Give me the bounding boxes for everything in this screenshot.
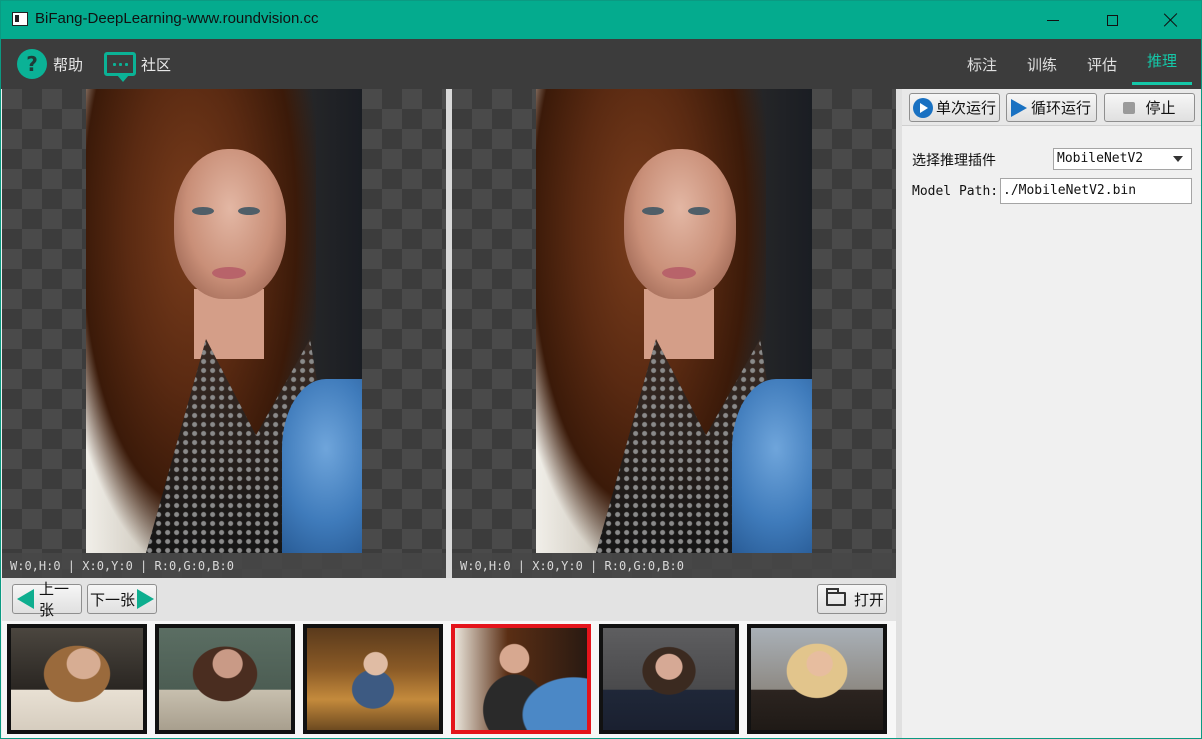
model-path-input[interactable]: ./MobileNetV2.bin <box>1000 178 1192 204</box>
image-navigation-bar: 上一张 下一张 打开 <box>2 578 896 621</box>
input-image-viewer[interactable]: W:0,H:0 | X:0,Y:0 | R:0,G:0,B:0 <box>2 89 446 578</box>
input-pixel-status: W:0,H:0 | X:0,Y:0 | R:0,G:0,B:0 <box>2 553 446 578</box>
model-path-label: Model Path: <box>912 184 999 199</box>
thumbnail-6[interactable] <box>747 624 887 734</box>
play-circle-icon <box>913 97 933 118</box>
run-once-label: 单次运行 <box>936 99 997 117</box>
help-icon: ? <box>17 49 47 79</box>
open-label: 打开 <box>854 590 885 609</box>
output-image <box>536 89 812 553</box>
play-icon <box>1011 98 1027 117</box>
plugin-select[interactable]: MobileNetV2 <box>1053 148 1192 170</box>
thumbnail-4-selected[interactable] <box>451 624 591 734</box>
stop-label: 停止 <box>1145 99 1176 117</box>
thumbnail-3[interactable] <box>303 624 443 734</box>
run-loop-button[interactable]: 循环运行 <box>1006 93 1097 122</box>
run-once-button[interactable]: 单次运行 <box>909 93 1000 122</box>
thumbnail-1[interactable] <box>7 624 147 734</box>
stop-button[interactable]: 停止 <box>1104 93 1195 122</box>
close-icon <box>1164 13 1178 27</box>
title-bar: BiFang-DeepLearning-www.roundvision.cc <box>1 1 1201 39</box>
tab-train[interactable]: 训练 <box>1012 39 1072 89</box>
next-image-button[interactable]: 下一张 <box>87 584 157 614</box>
output-pixel-status: W:0,H:0 | X:0,Y:0 | R:0,G:0,B:0 <box>452 553 896 578</box>
window-title: BiFang-DeepLearning-www.roundvision.cc <box>35 10 319 27</box>
run-loop-label: 循环运行 <box>1031 99 1092 117</box>
chat-icon <box>104 52 136 82</box>
folder-open-icon <box>826 588 846 606</box>
chevron-down-icon <box>1173 156 1183 162</box>
inference-settings-panel: 选择推理插件 MobileNetV2 Model Path: ./MobileN… <box>902 126 1201 738</box>
tab-inference[interactable]: 推理 <box>1132 39 1192 85</box>
plugin-select-label: 选择推理插件 <box>912 153 996 169</box>
close-button[interactable] <box>1142 1 1200 39</box>
community-label: 社区 <box>141 55 172 74</box>
thumbnail-2[interactable] <box>155 624 295 734</box>
stop-icon <box>1123 101 1136 114</box>
thumbnail-5[interactable] <box>599 624 739 734</box>
inference-toolbar: 单次运行 循环运行 停止 <box>902 89 1201 126</box>
menu-bar: ? 帮助 社区 标注 训练 评估 推理 <box>1 39 1201 89</box>
minimize-button[interactable] <box>1024 1 1082 39</box>
community-menu-item[interactable]: 社区 <box>104 39 171 89</box>
tab-annotate[interactable]: 标注 <box>952 39 1012 89</box>
minimize-icon <box>1047 19 1059 21</box>
next-label: 下一张 <box>90 590 136 609</box>
previous-image-button[interactable]: 上一张 <box>12 580 82 619</box>
app-window-icon <box>12 12 28 26</box>
tab-evaluate[interactable]: 评估 <box>1072 39 1132 89</box>
help-label: 帮助 <box>53 55 84 74</box>
plugin-select-value: MobileNetV2 <box>1057 151 1144 166</box>
thumbnail-strip <box>2 621 896 738</box>
maximize-icon <box>1106 14 1118 26</box>
previous-label: 上一张 <box>39 580 70 619</box>
maximize-button[interactable] <box>1083 1 1141 39</box>
arrow-left-icon <box>17 589 34 609</box>
arrow-right-icon <box>137 589 155 609</box>
output-image-viewer[interactable]: W:0,H:0 | X:0,Y:0 | R:0,G:0,B:0 <box>452 89 896 578</box>
input-image <box>86 89 362 553</box>
help-menu-item[interactable]: ? 帮助 <box>17 39 83 89</box>
open-button[interactable]: 打开 <box>817 584 887 614</box>
app-window: BiFang-DeepLearning-www.roundvision.cc ?… <box>0 0 1202 739</box>
